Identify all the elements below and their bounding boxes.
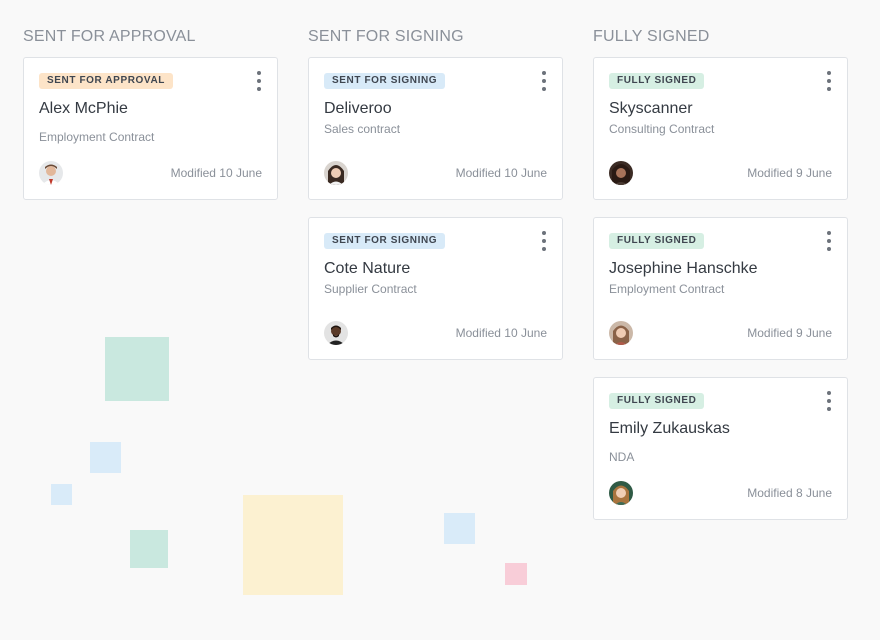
status-badge: FULLY SIGNED xyxy=(609,73,705,89)
column-title: SENT FOR SIGNING xyxy=(308,28,464,45)
decorative-square-blue xyxy=(90,442,121,473)
contract-card[interactable]: SENT FOR SIGNING Deliveroo Sales contrac… xyxy=(308,57,563,200)
decorative-square-pink xyxy=(505,563,527,585)
contract-name: Cote Nature xyxy=(324,260,411,277)
avatar xyxy=(609,321,633,345)
avatar xyxy=(324,321,348,345)
more-options-icon[interactable] xyxy=(825,71,833,91)
decorative-square-green xyxy=(130,530,168,568)
decorative-square-yellow xyxy=(243,495,343,595)
contract-type: Consulting Contract xyxy=(609,122,715,136)
contract-type: Employment Contract xyxy=(609,282,725,296)
more-options-icon[interactable] xyxy=(825,391,833,411)
modified-date: Modified 9 June xyxy=(747,326,832,340)
contract-name: Josephine Hanschke xyxy=(609,260,758,277)
modified-date: Modified 8 June xyxy=(747,486,832,500)
contract-name: Deliveroo xyxy=(324,100,392,117)
status-badge: FULLY SIGNED xyxy=(609,233,705,249)
modified-date: Modified 10 June xyxy=(170,166,262,180)
modified-date: Modified 9 June xyxy=(747,166,832,180)
contract-name: Alex McPhie xyxy=(39,100,128,117)
status-badge: SENT FOR APPROVAL xyxy=(39,73,173,89)
column-title: FULLY SIGNED xyxy=(593,28,710,45)
contract-type: Sales contract xyxy=(324,122,401,136)
contract-type: NDA xyxy=(609,450,635,464)
avatar xyxy=(324,161,348,185)
contract-card[interactable]: SENT FOR SIGNING Cote Nature Supplier Co… xyxy=(308,217,563,360)
contract-name: Skyscanner xyxy=(609,100,693,117)
avatar xyxy=(609,481,633,505)
contract-card[interactable]: FULLY SIGNED Emily Zukauskas NDA Modifie… xyxy=(593,377,848,520)
avatar xyxy=(39,161,63,185)
more-options-icon[interactable] xyxy=(255,71,263,91)
decorative-square-blue xyxy=(444,513,475,544)
contract-type: Supplier Contract xyxy=(324,282,417,296)
modified-date: Modified 10 June xyxy=(455,326,547,340)
contract-name: Emily Zukauskas xyxy=(609,420,730,437)
status-badge: FULLY SIGNED xyxy=(609,393,705,409)
more-options-icon[interactable] xyxy=(540,71,548,91)
modified-date: Modified 10 June xyxy=(455,166,547,180)
status-badge: SENT FOR SIGNING xyxy=(324,233,446,249)
status-badge: SENT FOR SIGNING xyxy=(324,73,446,89)
decorative-square-blue xyxy=(51,484,72,505)
more-options-icon[interactable] xyxy=(825,231,833,251)
contract-card[interactable]: SENT FOR APPROVAL Alex McPhie Employment… xyxy=(23,57,278,200)
avatar xyxy=(609,161,633,185)
contract-card[interactable]: FULLY SIGNED Josephine Hanschke Employme… xyxy=(593,217,848,360)
column-title: SENT FOR APPROVAL xyxy=(23,28,196,45)
more-options-icon[interactable] xyxy=(540,231,548,251)
contract-type: Employment Contract xyxy=(39,130,155,144)
contract-card[interactable]: FULLY SIGNED Skyscanner Consulting Contr… xyxy=(593,57,848,200)
decorative-square-green xyxy=(105,337,169,401)
